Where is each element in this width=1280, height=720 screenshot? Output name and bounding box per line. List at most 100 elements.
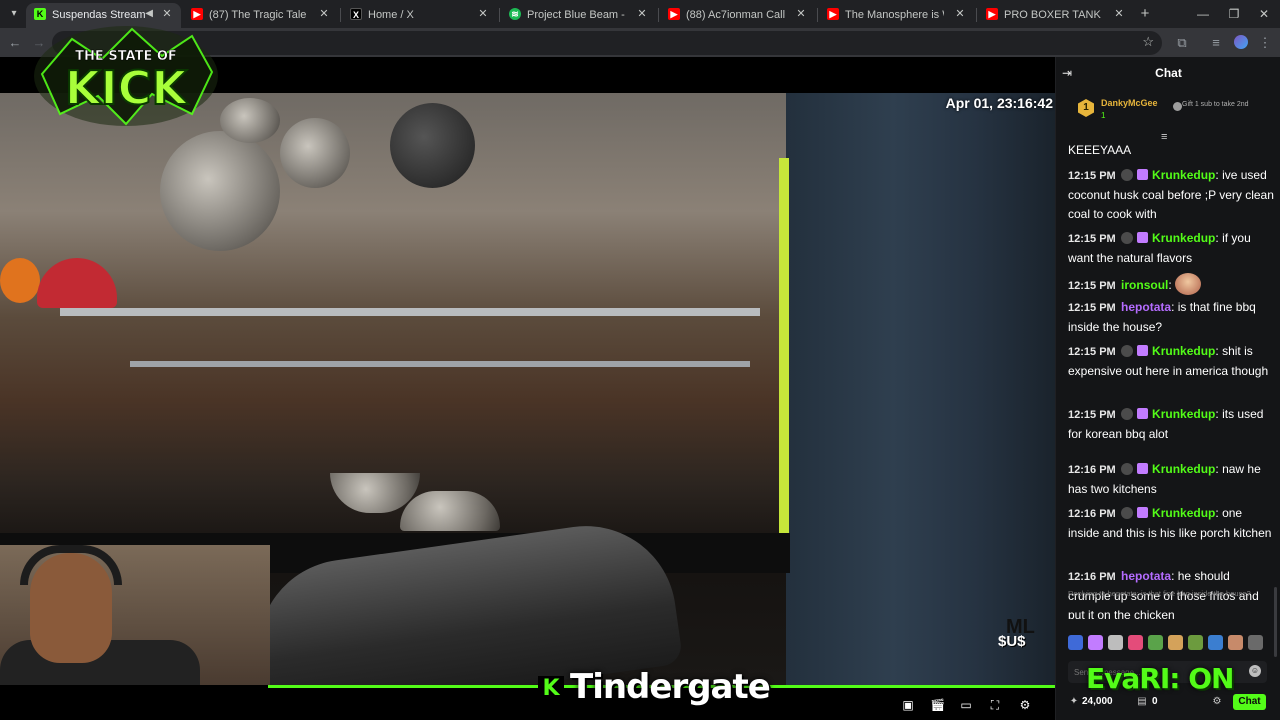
video-cloche — [400, 491, 500, 531]
pinned-gifter[interactable]: 1 DankyMcGee 1 Gift 1 sub to take 2nd — [1068, 93, 1268, 129]
message-text: KEEEYAAA — [1068, 143, 1132, 157]
chat-settings-icon[interactable]: ⚙ — [1211, 696, 1223, 708]
message-username[interactable]: ironsoul — [1121, 278, 1168, 292]
tab-separator — [817, 8, 818, 22]
message-username[interactable]: Krunkedup — [1152, 168, 1215, 182]
message-time: 12:15 PM — [1068, 233, 1116, 245]
tab-title: PRO BOXER TANK DAVIS IS — [1004, 9, 1103, 21]
send-chat-button[interactable]: Chat — [1233, 694, 1266, 710]
viewer-count: 24,000 — [1082, 696, 1113, 707]
message-colon: : — [1171, 569, 1178, 583]
subscriber-badge-icon — [1137, 232, 1149, 243]
settings-gear-icon[interactable]: ⚙ — [1018, 698, 1032, 712]
video-green-strip — [779, 158, 789, 553]
x-icon: X — [350, 8, 362, 20]
subscriber-badge-icon — [1137, 507, 1149, 518]
emote-w-icon[interactable] — [1068, 635, 1083, 650]
close-tab-icon[interactable]: ✕ — [318, 8, 330, 20]
rank-badge: 1 — [1078, 99, 1094, 117]
screen: ▾ K Suspendas Stream - Watch ◀ ✕ ▶ (87) … — [0, 0, 1280, 720]
close-tab-icon[interactable]: ✕ — [477, 8, 489, 20]
new-tab-button[interactable]: + — [1137, 6, 1153, 22]
video-pan — [160, 131, 280, 251]
theater-mode-icon[interactable]: ▭ — [959, 698, 973, 712]
emoji-picker-icon[interactable]: ☺ — [1249, 665, 1261, 677]
user-badge-icon — [1121, 507, 1134, 519]
emote-icon[interactable] — [1168, 635, 1183, 650]
close-tab-icon[interactable]: ✕ — [795, 8, 807, 20]
message-username[interactable]: hepotata — [1121, 569, 1171, 583]
tab-search-icon[interactable]: ▾ — [6, 6, 22, 22]
message-username[interactable]: Krunkedup — [1152, 407, 1215, 421]
tab-title: (87) The Tragic Tale of Gypsy Cr — [209, 9, 308, 21]
minimize-button[interactable]: — — [1195, 6, 1211, 22]
chat-title: Chat — [1155, 66, 1182, 80]
emote-icon[interactable] — [1128, 635, 1143, 650]
emote-icon[interactable] — [1108, 635, 1123, 650]
gift-icon — [1173, 102, 1182, 111]
emote-icon[interactable] — [1228, 635, 1243, 650]
message-time: 12:16 PM — [1068, 571, 1116, 583]
message-time: 12:16 PM — [1068, 508, 1116, 520]
chat-messages: KEEEYAAA 12:15 PM Krunkedup: ive used co… — [1056, 141, 1280, 619]
chat-footer: ✦ 24,000 ▤ 0 ⚙ Chat — [1068, 694, 1273, 712]
close-tab-icon[interactable]: ✕ — [161, 8, 173, 20]
message-username[interactable]: Krunkedup — [1152, 344, 1215, 358]
message-colon: : — [1171, 300, 1178, 314]
user-badge-icon — [1121, 345, 1134, 357]
bookmark-star-icon[interactable]: ☆ — [1142, 34, 1154, 50]
video-pan — [280, 118, 350, 188]
evari-overlay-text: EvaRI: ON — [1086, 662, 1234, 695]
profile-avatar[interactable] — [1234, 35, 1248, 49]
message-time: 12:15 PM — [1068, 280, 1116, 292]
message-username[interactable]: Krunkedup — [1152, 231, 1215, 245]
maximize-button[interactable]: ❐ — [1226, 6, 1242, 22]
chat-message: 12:16 PM Krunkedup: one inside and this … — [1068, 504, 1274, 543]
tab-title: (88) Ac7ionman Calls Cops on — [686, 9, 785, 21]
message-username[interactable]: Krunkedup — [1152, 506, 1215, 520]
emote-icon[interactable] — [1148, 635, 1163, 650]
emote-icon[interactable] — [1208, 635, 1223, 650]
close-tab-icon[interactable]: ✕ — [1113, 8, 1125, 20]
gift-box-icon[interactable]: ▤ — [1136, 696, 1148, 708]
tab-separator — [976, 8, 977, 22]
speaker-icon[interactable]: ◀ — [145, 8, 153, 19]
points-icon[interactable]: ✦ — [1068, 696, 1080, 708]
youtube-icon: ▶ — [986, 8, 998, 20]
chat-message: 12:15 PM ironsoul: — [1068, 273, 1274, 296]
stream-video[interactable]: Apr 01, 23:16:42 — [0, 93, 1055, 685]
clip-icon[interactable]: 🎬︎ — [930, 698, 945, 712]
tab-project-blue-beam[interactable]: ≋ Project Blue Beam - It Can't Be ✕ — [501, 3, 656, 28]
extensions-icon[interactable]: ⧉ — [1173, 34, 1191, 52]
message-username[interactable]: hepotata — [1121, 300, 1171, 314]
pip-icon[interactable]: ▣ — [901, 698, 915, 712]
gifter-name: DankyMcGee — [1101, 98, 1158, 108]
emote-icon[interactable] — [1188, 635, 1203, 650]
message-username[interactable]: Krunkedup — [1152, 462, 1215, 476]
spotify-icon: ≋ — [509, 8, 521, 20]
tab-x-home[interactable]: X Home / X ✕ — [342, 3, 497, 28]
media-controls-icon[interactable]: ≡ — [1207, 34, 1225, 52]
headset-icon — [20, 545, 122, 585]
youtube-icon: ▶ — [827, 8, 839, 20]
tab-separator — [340, 8, 341, 22]
user-badge-icon — [1121, 463, 1134, 475]
gift-cta[interactable]: Gift 1 sub to take 2nd — [1182, 100, 1272, 109]
tab-title: The Manosphere is Worse Than — [845, 9, 944, 21]
menu-kebab-icon[interactable]: ⋮ — [1256, 34, 1274, 52]
reply-note: Replying to hepotata: is that fine bbq i… — [1068, 589, 1251, 598]
tab-youtube-tank-davis[interactable]: ▶ PRO BOXER TANK DAVIS IS ✕ — [978, 3, 1133, 28]
back-arrow-icon[interactable]: ← — [6, 34, 24, 52]
tab-youtube-manosphere[interactable]: ▶ The Manosphere is Worse Than ✕ — [819, 3, 974, 28]
emote-icon[interactable] — [1248, 635, 1263, 650]
close-tab-icon[interactable]: ✕ — [636, 8, 648, 20]
chat-message: 12:15 PM Krunkedup: shit is expensive ou… — [1068, 342, 1274, 381]
tab-youtube-ac7ionman[interactable]: ▶ (88) Ac7ionman Calls Cops on ✕ — [660, 3, 815, 28]
tab-title: Suspendas Stream - Watch — [52, 9, 151, 21]
chat-message-partial: KEEEYAAA — [1068, 141, 1274, 160]
fullscreen-icon[interactable]: ⛶ — [988, 698, 1002, 712]
emote-icon[interactable] — [1088, 635, 1103, 650]
close-window-button[interactable]: ✕ — [1256, 6, 1272, 22]
chat-scrollbar[interactable] — [1274, 587, 1277, 657]
close-tab-icon[interactable]: ✕ — [954, 8, 966, 20]
